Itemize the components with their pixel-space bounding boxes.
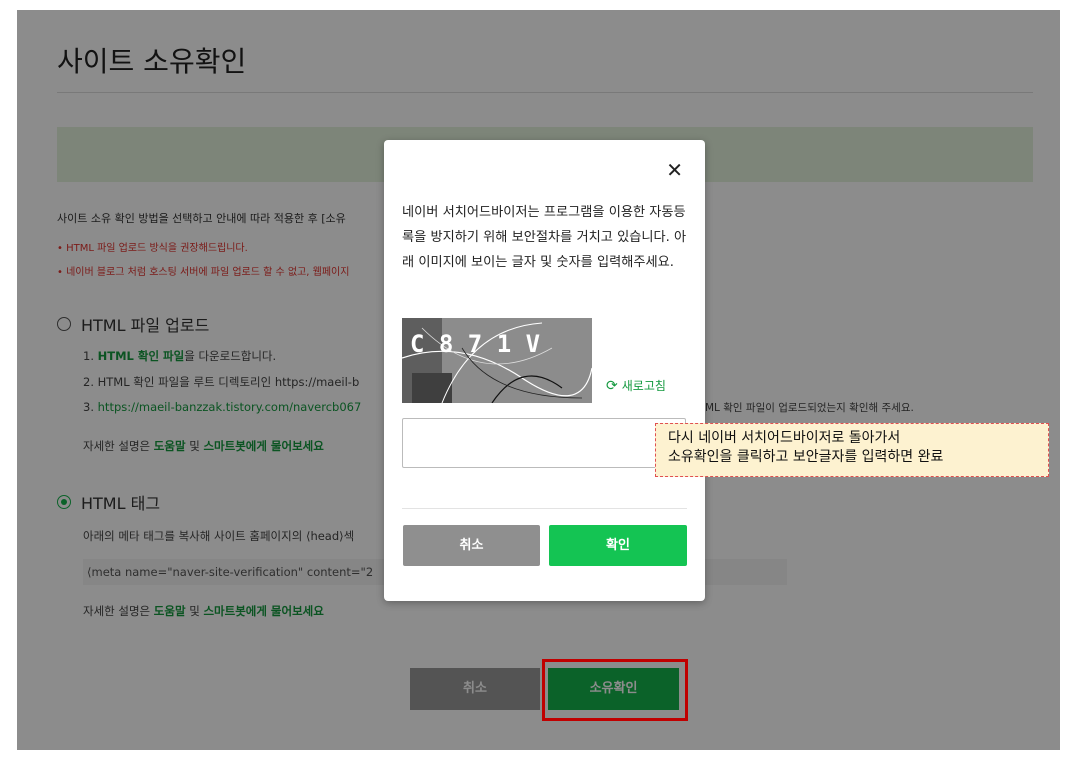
captcha-input[interactable] bbox=[402, 418, 686, 468]
annotation-line-2: 소유확인을 클릭하고 보안글자를 입력하면 완료 bbox=[668, 449, 944, 465]
annotation-callout: 다시 네이버 서치어드바이저로 돌아가서 소유확인을 클릭하고 보안글자를 입력… bbox=[655, 423, 1049, 477]
modal-cancel-button[interactable]: 취소 bbox=[403, 525, 540, 566]
captcha-modal: ✕ 네이버 서치어드바이저는 프로그램을 이용한 자동등록을 방지하기 위해 보… bbox=[384, 140, 705, 601]
captcha-noise-graphic: C 8 7 1 V bbox=[402, 318, 592, 403]
annotation-line-1: 다시 네이버 서치어드바이저로 돌아가서 bbox=[668, 430, 901, 446]
refresh-icon: ⟳ bbox=[606, 377, 618, 394]
close-icon[interactable]: ✕ bbox=[666, 160, 683, 180]
modal-divider bbox=[402, 508, 687, 509]
captcha-image: C 8 7 1 V bbox=[402, 318, 592, 403]
captcha-message: 네이버 서치어드바이저는 프로그램을 이용한 자동등록을 방지하기 위해 보안절… bbox=[402, 205, 687, 270]
highlight-box bbox=[542, 659, 688, 721]
refresh-captcha-button[interactable]: ⟳ 새로고침 bbox=[606, 377, 666, 394]
captcha-text: C 8 7 1 V bbox=[410, 330, 540, 358]
modal-confirm-button[interactable]: 확인 bbox=[549, 525, 687, 566]
